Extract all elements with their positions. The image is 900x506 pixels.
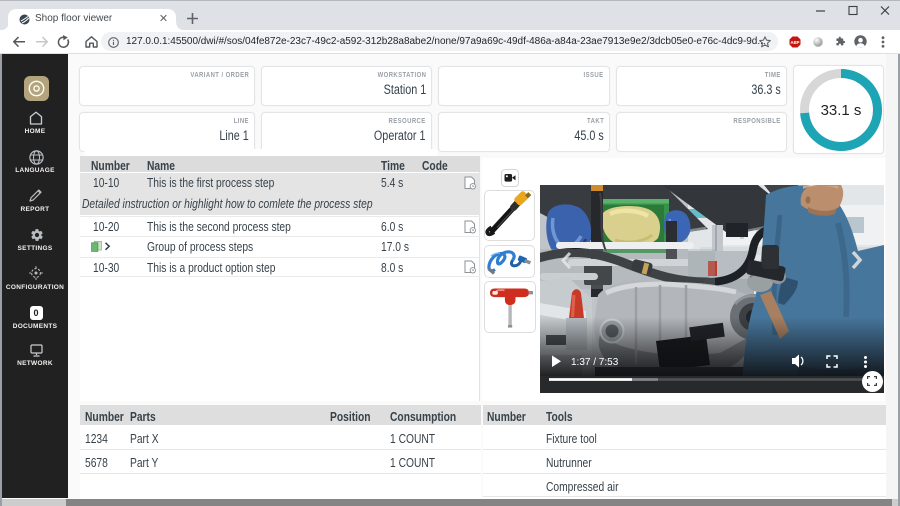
svg-text:1:37 / 7:53: 1:37 / 7:53 — [571, 357, 619, 368]
svg-text:ABP: ABP — [791, 40, 800, 45]
